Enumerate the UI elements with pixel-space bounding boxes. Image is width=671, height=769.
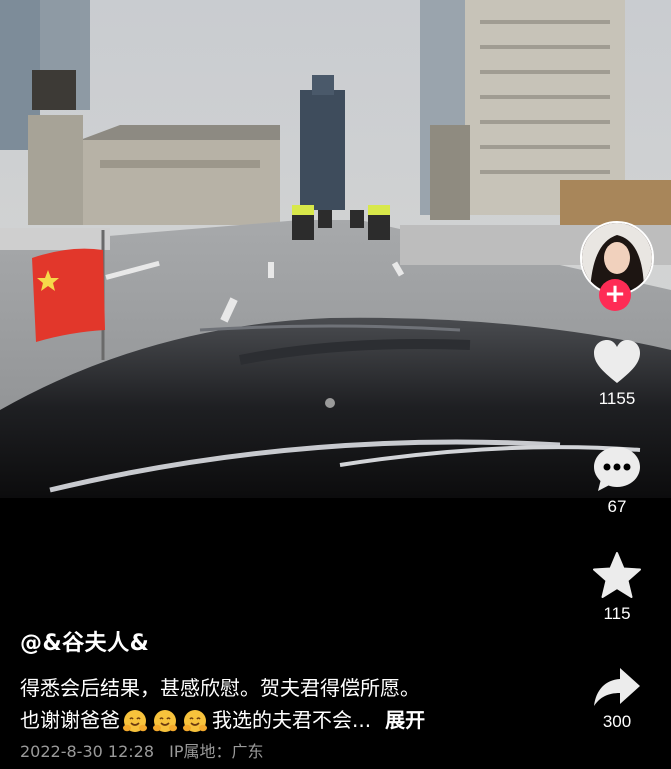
heart-icon	[594, 340, 640, 383]
author-avatar-group[interactable]: +	[580, 221, 654, 311]
caption-line-2: 也谢谢爸爸 我选的夫君不会... 展开	[20, 704, 520, 736]
favorite-button[interactable]: 115	[584, 552, 650, 624]
post-caption: 得悉会后结果，甚感欣慰。贺夫君得偿所愿。 也谢谢爸爸 我选的夫君不会... 展开	[20, 672, 520, 736]
caption-text-suffix: 我选的夫君不会...	[212, 708, 372, 732]
share-count: 300	[602, 712, 632, 731]
ip-location: IP属地：广东	[169, 742, 264, 761]
plus-icon: +	[604, 279, 626, 309]
caption-line-1: 得悉会后结果，甚感欣慰。贺夫君得偿所愿。	[20, 676, 420, 700]
video-player[interactable]	[0, 0, 671, 498]
comment-button[interactable]: 67	[584, 445, 650, 517]
share-arrow-icon	[594, 668, 640, 706]
post-meta: 2022-8-30 12:28 IP属地：广东	[20, 738, 273, 762]
author-name[interactable]: @&谷夫人&	[20, 625, 149, 657]
hugging-face-emoji-icon	[123, 709, 147, 732]
star-icon	[593, 552, 641, 598]
comment-count: 67	[607, 497, 627, 516]
favorite-count: 115	[603, 604, 631, 623]
comment-icon	[594, 447, 640, 491]
like-count: 1155	[598, 389, 636, 408]
caption-text-prefix: 也谢谢爸爸	[20, 708, 120, 732]
follow-button[interactable]: +	[599, 279, 631, 311]
share-button[interactable]: 300	[584, 666, 650, 732]
hugging-face-emoji-icon	[183, 709, 207, 732]
hugging-face-emoji-icon	[153, 709, 177, 732]
video-frame	[0, 0, 671, 498]
post-date: 2022-8-30 12:28	[20, 742, 154, 761]
like-button[interactable]: 1155	[584, 339, 650, 409]
expand-button[interactable]: 展开	[385, 708, 425, 732]
